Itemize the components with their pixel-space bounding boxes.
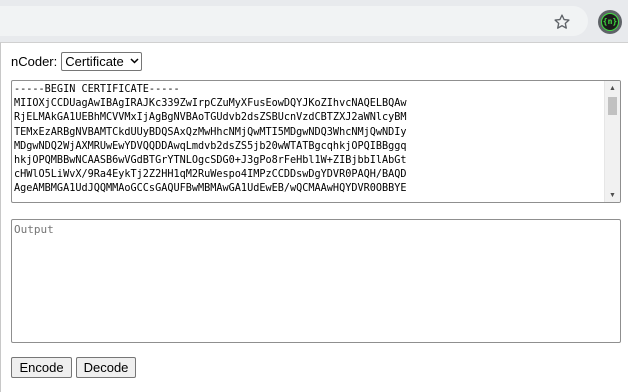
address-bar[interactable] bbox=[0, 6, 588, 36]
input-text: -----BEGIN CERTIFICATE----- MIIOXjCCDUag… bbox=[14, 83, 604, 197]
scroll-up-icon[interactable]: ▲ bbox=[605, 81, 620, 95]
ncoder-extension-icon[interactable]: {n} bbox=[598, 10, 622, 34]
mode-select[interactable]: Certificate bbox=[61, 51, 142, 71]
input-line: AgeAMBMGA1UdJQQMMAoGCCsGAQUFBwMBMAwGA1Ud… bbox=[14, 183, 407, 195]
input-line: -----BEGIN CERTIFICATE----- bbox=[14, 84, 180, 95]
ncoder-popup: nCoder: Certificate -----BEGIN CERTIFICA… bbox=[0, 42, 628, 392]
input-line: cHWlO5LiWvX/9Ra4EykTj2Z2HH1qM2RuWespo4IM… bbox=[14, 169, 407, 181]
extension-logo: {n} bbox=[601, 13, 619, 31]
star-icon[interactable] bbox=[552, 12, 572, 32]
decode-button[interactable]: Decode bbox=[76, 357, 136, 378]
input-scrollbar[interactable]: ▲ ▼ bbox=[604, 81, 620, 202]
input-line: hkjOPQMBBwNCAASB6wVGdBTGrYTNLOgcSDG0+J3g… bbox=[14, 155, 407, 167]
input-line: RjELMAkGA1UEBhMCVVMxIjAgBgNVBAoTGUdvb2ds… bbox=[14, 112, 407, 124]
browser-toolbar: {n} bbox=[0, 0, 628, 42]
input-line: TEMxEzARBgNVBAMTCkdUUyBDQSAxQzMwHhcNMjQw… bbox=[14, 126, 407, 138]
encode-button[interactable]: Encode bbox=[11, 357, 72, 378]
input-textarea[interactable]: -----BEGIN CERTIFICATE----- MIIOXjCCDUag… bbox=[11, 80, 621, 203]
chevron-down-icon bbox=[130, 56, 139, 67]
ncoder-label: nCoder: bbox=[11, 53, 58, 69]
input-line: MIIOXjCCDUagAwIBAgIRAJKc339ZwIrpCZuMyXFu… bbox=[14, 98, 407, 110]
mode-selected-value: Certificate bbox=[65, 53, 124, 69]
scrollbar-thumb[interactable] bbox=[608, 97, 617, 115]
output-textarea[interactable] bbox=[11, 219, 621, 343]
mode-row: nCoder: Certificate bbox=[11, 51, 142, 71]
input-line: MDgwNDQ2WjAXMRUwEwYDVQQDDAwqLmdvb2dsZS5j… bbox=[14, 140, 407, 152]
scroll-down-icon[interactable]: ▼ bbox=[605, 188, 620, 202]
